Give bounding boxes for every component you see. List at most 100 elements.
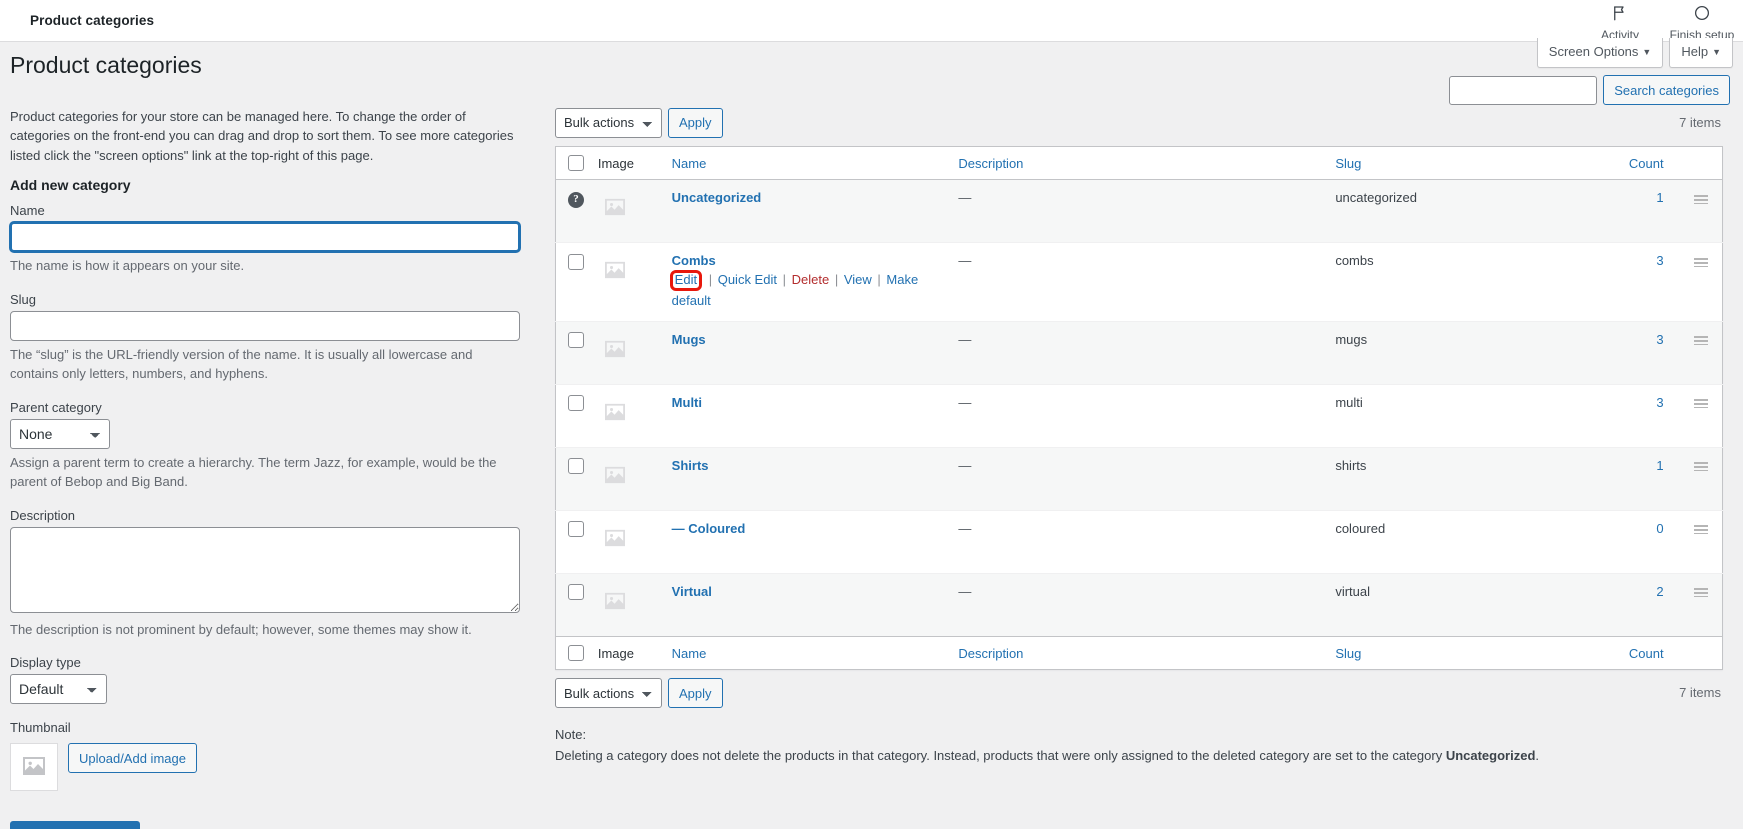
upload-add-image-button[interactable]: Upload/Add image (68, 743, 197, 774)
add-new-category-submit[interactable]: Add new category (10, 821, 141, 829)
table-header-row: Image Name Description Slug Count (555, 146, 1723, 180)
row-thumbnail-cell (596, 510, 662, 573)
select-all-checkbox[interactable] (568, 155, 584, 172)
row-checkbox[interactable] (568, 458, 584, 475)
sort-description-link[interactable]: Description (958, 156, 1023, 171)
row-count-link[interactable]: 3 (1656, 395, 1663, 410)
row-thumbnail-cell (596, 180, 662, 243)
bulk-actions-select-bottom[interactable]: Bulk actions (555, 678, 662, 709)
row-thumbnail-cell (596, 384, 662, 447)
highlight-box: Edit (669, 270, 703, 292)
drag-handle-icon[interactable] (1694, 335, 1708, 345)
category-name-link[interactable]: — Coloured (672, 521, 746, 536)
row-count-link[interactable]: 1 (1656, 458, 1663, 473)
row-checkbox[interactable] (568, 332, 584, 349)
column-header-count[interactable]: Count (1590, 146, 1674, 180)
note-emphasis: Uncategorized (1445, 747, 1536, 763)
table-row: Shirts — shirts 1 (555, 447, 1723, 511)
row-thumbnail-cell (596, 447, 662, 510)
row-count-link[interactable]: 0 (1656, 521, 1663, 536)
column-header-slug[interactable]: Slug (1325, 146, 1591, 180)
slug-input[interactable] (10, 310, 520, 341)
row-count-link[interactable]: 2 (1656, 584, 1663, 599)
row-description-cell: — (948, 573, 1325, 636)
search-input[interactable] (1449, 75, 1598, 105)
drag-handle-icon[interactable] (1694, 524, 1708, 534)
category-name-link[interactable]: Combs (672, 253, 716, 268)
sort-description-link-footer[interactable]: Description (958, 646, 1023, 661)
column-footer-name[interactable]: Name (661, 636, 949, 670)
row-action-separator: | (782, 272, 786, 288)
screen-options-label: Screen Options (1548, 44, 1639, 59)
row-checkbox[interactable] (568, 395, 584, 412)
apply-button-top[interactable]: Apply (668, 107, 723, 138)
row-checkbox-cell (556, 384, 596, 447)
row-action-edit[interactable]: Edit (675, 272, 697, 287)
row-checkbox[interactable] (568, 584, 584, 601)
row-name-cell: Shirts (662, 447, 949, 510)
sort-slug-link-footer[interactable]: Slug (1335, 646, 1361, 661)
display-type-select[interactable]: Default (10, 674, 107, 705)
row-count-link[interactable]: 3 (1656, 253, 1663, 268)
column-header-description[interactable]: Description (948, 146, 1326, 180)
drag-handle-icon[interactable] (1694, 194, 1708, 204)
column-header-handle (1673, 146, 1723, 180)
drag-handle-icon[interactable] (1694, 257, 1708, 267)
row-name-cell: Virtual (662, 573, 949, 636)
row-action-delete[interactable]: Delete (792, 272, 830, 287)
category-name-link[interactable]: Uncategorized (672, 190, 762, 205)
row-count-link[interactable]: 1 (1656, 190, 1663, 205)
activity-panel-button[interactable]: Activity (1579, 0, 1661, 42)
category-name-link[interactable]: Shirts (672, 458, 709, 473)
column-footer-description[interactable]: Description (948, 636, 1326, 670)
table-row: Multi — multi 3 (555, 384, 1723, 447)
row-count-cell: 2 (1591, 573, 1674, 636)
description-textarea[interactable] (10, 526, 520, 613)
categories-table: Image Name Description Slug Count ? Uncat… (555, 145, 1723, 671)
help-toggle[interactable]: Help ▼ (1669, 38, 1733, 69)
sort-name-link[interactable]: Name (672, 156, 707, 171)
category-name-link[interactable]: Mugs (672, 332, 706, 347)
screen-options-toggle[interactable]: Screen Options ▼ (1536, 38, 1664, 69)
row-description-value: — (958, 253, 972, 269)
row-action-view[interactable]: View (844, 272, 872, 287)
sort-count-link-footer[interactable]: Count (1629, 646, 1664, 661)
display-type-label: Display type (10, 655, 81, 671)
sort-slug-link[interactable]: Slug (1335, 156, 1361, 171)
finish-setup-button[interactable]: Finish setup (1661, 0, 1743, 42)
select-all-footer-header[interactable] (555, 636, 596, 670)
column-header-name[interactable]: Name (661, 146, 949, 180)
row-count-link[interactable]: 3 (1656, 332, 1663, 347)
drag-handle-icon[interactable] (1694, 461, 1708, 471)
tablenav-bottom: Bulk actions Apply 7 items (555, 677, 1723, 709)
name-input[interactable] (10, 222, 520, 253)
column-footer-slug[interactable]: Slug (1325, 636, 1591, 670)
column-footer-count[interactable]: Count (1590, 636, 1674, 670)
note-label: Note: (555, 727, 587, 743)
search-categories-button[interactable]: Search categories (1603, 75, 1730, 105)
field-slug: Slug The “slug” is the URL-friendly vers… (10, 290, 520, 384)
row-description-cell: — (948, 510, 1325, 573)
parent-category-select[interactable]: None (10, 418, 110, 449)
drag-handle-icon[interactable] (1694, 398, 1708, 408)
category-name-link[interactable]: Virtual (672, 584, 712, 599)
drag-handle-icon[interactable] (1694, 587, 1708, 597)
select-all-checkbox-footer[interactable] (568, 645, 584, 662)
row-handle-cell (1674, 243, 1723, 321)
row-checkbox[interactable] (568, 254, 584, 271)
chevron-down-icon: ▼ (1712, 47, 1721, 57)
page-body: Product categories Search categories Pro… (0, 42, 1743, 829)
sort-count-link[interactable]: Count (1629, 156, 1664, 171)
select-all-header[interactable] (555, 146, 596, 180)
row-description-value: — (958, 520, 972, 536)
note-text-after: . (1535, 747, 1540, 763)
category-name-link[interactable]: Multi (672, 395, 702, 410)
row-name-cell: Uncategorized (662, 180, 949, 243)
row-action-quick-edit[interactable]: Quick Edit (718, 272, 777, 287)
sort-name-link-footer[interactable]: Name (672, 646, 707, 661)
row-thumbnail-cell (596, 321, 662, 384)
row-checkbox[interactable] (568, 521, 584, 538)
bulk-actions-select-top[interactable]: Bulk actions (555, 107, 662, 138)
flag-icon (1611, 4, 1629, 25)
apply-button-bottom[interactable]: Apply (668, 678, 723, 709)
